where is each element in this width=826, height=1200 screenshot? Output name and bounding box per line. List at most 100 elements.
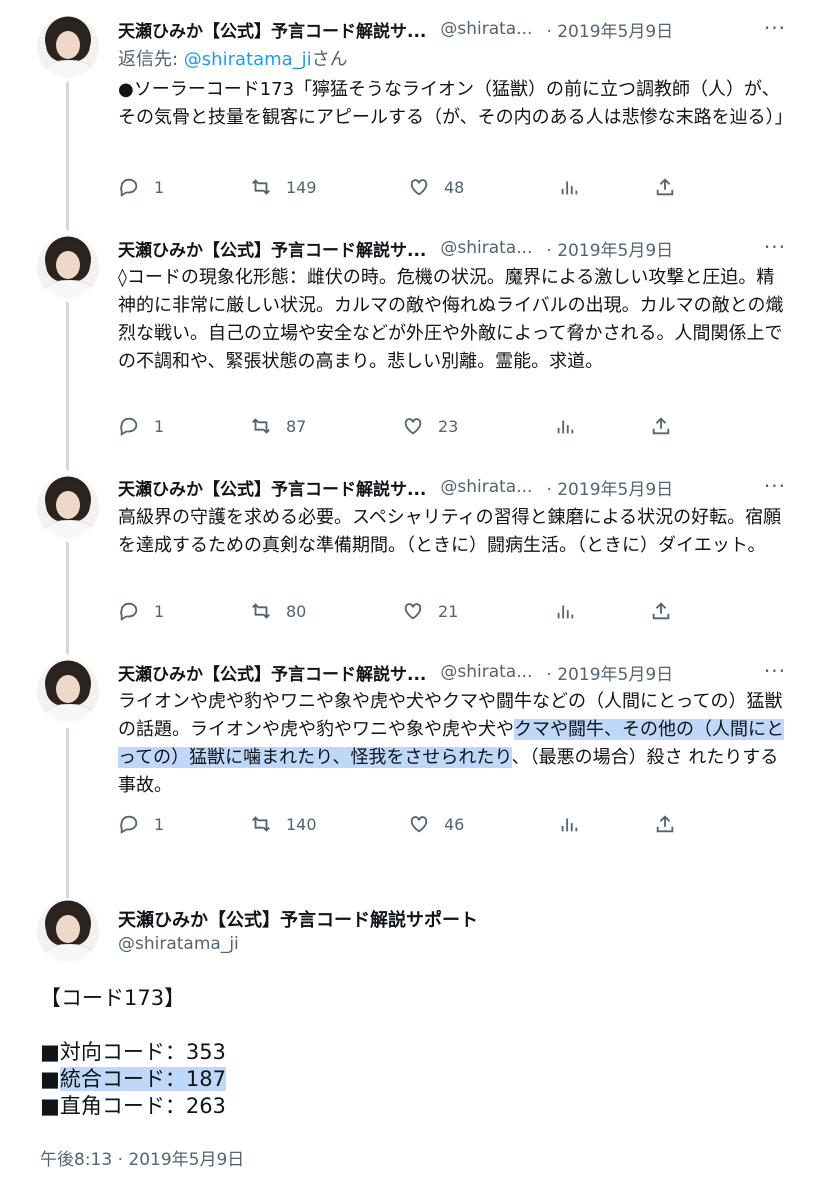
- more-icon[interactable]: ···: [764, 659, 786, 683]
- avatar[interactable]: [37, 236, 99, 298]
- reply-to-suffix: さん: [311, 49, 348, 70]
- more-icon[interactable]: ···: [764, 474, 786, 498]
- share-button[interactable]: [650, 600, 686, 622]
- views-button[interactable]: [554, 600, 590, 622]
- tweet-text: ライオンや虎や豹やワニや象や虎や犬やクマや闘牛などの（人間にとっての）猛獣の話題…: [118, 688, 790, 800]
- tweet-date[interactable]: · 2019年5月9日: [546, 660, 673, 685]
- tweet-text-line: 【コード173】: [40, 986, 186, 1010]
- reply-button[interactable]: 1: [118, 415, 164, 437]
- tweet-date[interactable]: · 2019年5月9日: [546, 236, 673, 261]
- tweet-date[interactable]: · 2019年5月9日: [546, 17, 673, 42]
- retweet-button[interactable]: 149: [250, 176, 317, 198]
- retweet-button[interactable]: 80: [250, 600, 306, 622]
- like-count: 48: [444, 177, 465, 197]
- tweet-header: 天瀬ひみか【公式】予言コード解説サ... @shirata... · 2019年…: [118, 657, 673, 687]
- thread-line: [66, 542, 69, 654]
- author-name[interactable]: 天瀬ひみか【公式】予言コード解説サ...: [118, 475, 426, 500]
- reply-to-label: 返信先:: [118, 49, 184, 70]
- views-button[interactable]: [554, 415, 590, 437]
- author-handle[interactable]: @shirata...: [440, 19, 532, 39]
- like-button[interactable]: 48: [408, 176, 464, 198]
- thread-line: [66, 82, 69, 230]
- avatar[interactable]: [37, 660, 99, 722]
- like-count: 23: [438, 416, 459, 436]
- like-button[interactable]: 46: [408, 813, 464, 835]
- views-icon: [557, 605, 574, 619]
- reply-count: 1: [154, 814, 165, 834]
- like-count: 21: [438, 601, 459, 621]
- share-button[interactable]: [650, 415, 686, 437]
- author-name[interactable]: 天瀬ひみか【公式】予言コード解説サ...: [118, 236, 426, 261]
- tweet-actions: 1 80 21: [118, 600, 678, 628]
- tweet-text-line: ■直角コード：263: [40, 1094, 226, 1118]
- like-button[interactable]: 21: [402, 600, 458, 622]
- tweet-header: 天瀬ひみか【公式】予言コード解説サ... @shirata... · 2019年…: [118, 14, 673, 44]
- highlighted-text: 統合コード：187: [59, 1067, 226, 1091]
- like-icon: [410, 179, 428, 196]
- reply-to: 返信先: @shiratama_jiさん: [118, 46, 790, 74]
- views-button[interactable]: [558, 176, 594, 198]
- reply-icon: [120, 178, 138, 197]
- share-icon: [652, 602, 670, 620]
- tweet-actions: 1 87 23: [118, 415, 678, 443]
- views-button[interactable]: [558, 813, 594, 835]
- tweet-date[interactable]: · 2019年5月9日: [546, 475, 673, 500]
- reply-icon: [120, 815, 138, 834]
- tweet-header: 天瀬ひみか【公式】予言コード解説サ... @shirata... · 2019年…: [118, 233, 673, 263]
- author-name[interactable]: 天瀬ひみか【公式】予言コード解説サ...: [118, 660, 426, 685]
- thread-line: [66, 302, 69, 470]
- retweet-icon: [252, 418, 270, 434]
- retweet-icon: [252, 179, 270, 195]
- retweet-count: 80: [286, 601, 307, 621]
- author-name[interactable]: 天瀬ひみか【公式】予言コード解説サ...: [118, 17, 426, 42]
- reply-count: 1: [154, 601, 165, 621]
- retweet-count: 149: [286, 177, 317, 197]
- retweet-icon: [252, 603, 270, 619]
- retweet-icon: [252, 816, 270, 832]
- views-icon: [561, 181, 578, 195]
- more-icon[interactable]: ···: [764, 16, 786, 40]
- author-handle[interactable]: @shirata...: [440, 238, 532, 258]
- tweet-text-line: ■統合コード：187: [40, 1066, 226, 1093]
- reply-mention-link[interactable]: @shiratama_ji: [184, 49, 312, 70]
- like-icon: [404, 603, 422, 620]
- reply-count: 1: [154, 416, 165, 436]
- thread-line: [66, 728, 69, 898]
- views-icon: [561, 818, 578, 832]
- share-icon: [656, 178, 674, 196]
- retweet-button[interactable]: 87: [250, 415, 306, 437]
- retweet-button[interactable]: 140: [250, 813, 317, 835]
- author-handle[interactable]: @shiratama_ji: [118, 934, 239, 954]
- tweet-text: 高級界の守護を求める必要。スペシャリティの習得と錬磨による状況の好転。宿願を達成…: [118, 507, 782, 556]
- author-handle[interactable]: @shirata...: [440, 477, 532, 497]
- share-icon: [656, 815, 674, 833]
- tweet-actions: 1 149 48: [118, 176, 678, 204]
- like-button[interactable]: 23: [402, 415, 458, 437]
- author-name[interactable]: 天瀬ひみか【公式】予言コード解説サポート: [118, 906, 478, 932]
- reply-button[interactable]: 1: [118, 600, 164, 622]
- like-icon: [410, 816, 428, 833]
- tweet-timestamp[interactable]: 午後8:13 · 2019年5月9日: [40, 1145, 244, 1170]
- share-icon: [652, 417, 670, 435]
- retweet-count: 140: [286, 814, 317, 834]
- tweet-actions: 1 140 46: [118, 813, 678, 841]
- reply-icon: [120, 417, 138, 436]
- avatar[interactable]: [37, 16, 99, 78]
- reply-button[interactable]: 1: [118, 813, 164, 835]
- share-button[interactable]: [654, 813, 690, 835]
- more-icon[interactable]: ···: [764, 235, 786, 259]
- like-count: 46: [444, 814, 465, 834]
- author-handle[interactable]: @shirata...: [440, 662, 532, 682]
- tweet-text: ●ソーラーコード173「獰猛そうなライオン（猛獣）の前に立つ調教師（人）が、その…: [118, 79, 793, 128]
- like-icon: [404, 418, 422, 435]
- reply-icon: [120, 602, 138, 621]
- retweet-count: 87: [286, 416, 307, 436]
- tweet-text-line: ■対向コード：353: [40, 1040, 226, 1064]
- reply-button[interactable]: 1: [118, 176, 164, 198]
- reply-count: 1: [154, 177, 165, 197]
- tweet-text: ◊コードの現象化形態：雌伏の時。危機の状況。魔界による激しい攻撃と圧迫。精神的に…: [118, 267, 784, 372]
- tweet-header: 天瀬ひみか【公式】予言コード解説サ... @shirata... · 2019年…: [118, 472, 673, 502]
- avatar[interactable]: [37, 900, 99, 962]
- avatar[interactable]: [37, 476, 99, 538]
- share-button[interactable]: [654, 176, 690, 198]
